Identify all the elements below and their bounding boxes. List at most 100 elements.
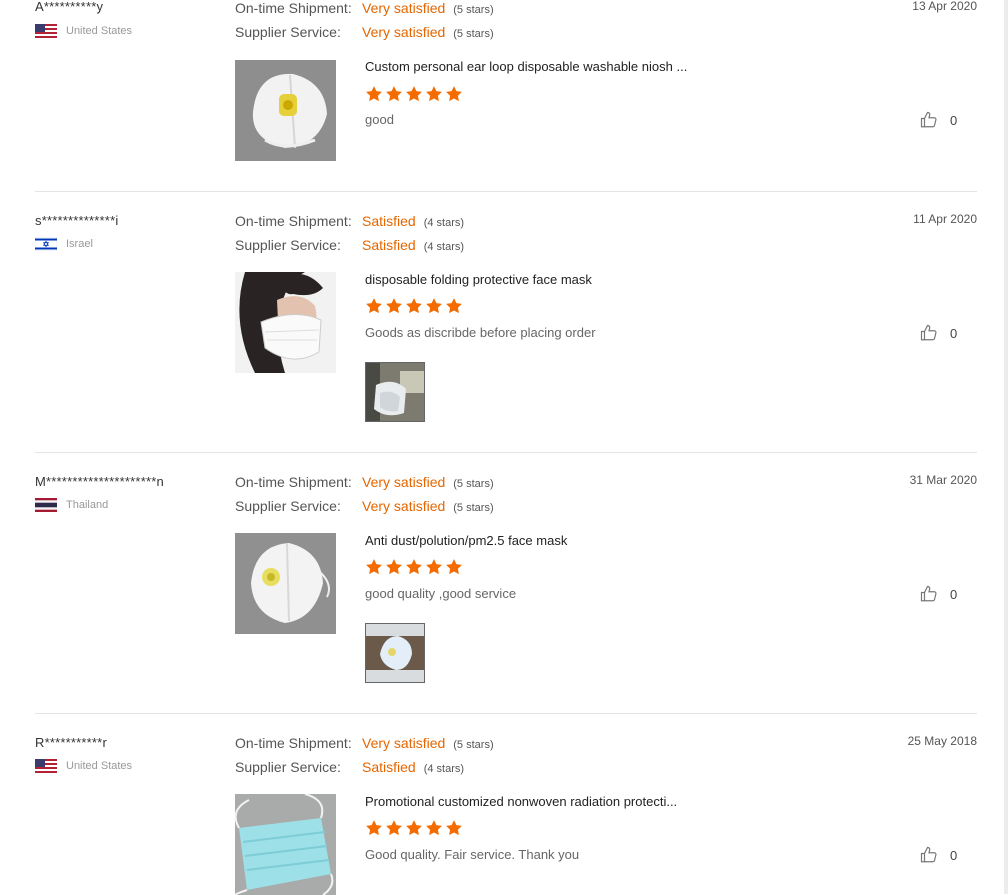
page-scrollbar[interactable] bbox=[1004, 0, 1008, 894]
buyer-country: Israel bbox=[35, 237, 93, 251]
shipment-value: Satisfied bbox=[362, 213, 416, 229]
review-comment: Good quality. Fair service. Thank you bbox=[365, 847, 580, 862]
service-label: Supplier Service: bbox=[235, 759, 341, 775]
star-rating bbox=[365, 819, 463, 837]
star-icon bbox=[365, 558, 383, 576]
product-image[interactable] bbox=[235, 794, 336, 895]
star-icon bbox=[405, 819, 423, 837]
star-icon bbox=[385, 819, 403, 837]
shipment-value: Very satisfied bbox=[362, 0, 446, 16]
review-item: A**********y United States On-time Shipm… bbox=[35, 0, 977, 192]
shipment-stars: (4 stars) bbox=[423, 217, 465, 229]
star-icon bbox=[385, 297, 403, 315]
country-label: Israel bbox=[66, 238, 93, 250]
service-value: Very satisfied bbox=[362, 24, 446, 40]
product-title[interactable]: Custom personal ear loop disposable wash… bbox=[365, 59, 687, 74]
like-button[interactable]: 0 bbox=[920, 111, 957, 129]
shipment-label: On-time Shipment: bbox=[235, 735, 352, 751]
star-icon bbox=[405, 558, 423, 576]
review-date: 31 Mar 2020 bbox=[909, 473, 977, 487]
supplier-ratings: On-time Shipment: Very satisfied (5 stars)… bbox=[235, 0, 494, 47]
buyer-name: s**************i bbox=[35, 213, 119, 228]
shipment-stars: (5 stars) bbox=[453, 4, 494, 16]
like-button[interactable]: 0 bbox=[920, 585, 957, 603]
service-label: Supplier Service: bbox=[235, 24, 341, 40]
thumbs-up-icon bbox=[920, 585, 937, 602]
product-title[interactable]: disposable folding protective face mask bbox=[365, 272, 592, 287]
product-title[interactable]: Promotional customized nonwoven radiatio… bbox=[365, 794, 677, 809]
review-comment: good quality ,good service bbox=[365, 586, 517, 601]
buyer-name: A**********y bbox=[35, 0, 104, 14]
shipment-rating: On-time Shipment: Very satisfied (5 stars) bbox=[235, 0, 494, 23]
buyer-name: M*********************n bbox=[35, 474, 164, 489]
shipment-value: Very satisfied bbox=[362, 474, 446, 490]
product-image[interactable] bbox=[235, 272, 336, 373]
star-icon bbox=[405, 297, 423, 315]
star-icon bbox=[425, 819, 443, 837]
buyer-country: United States bbox=[35, 24, 132, 38]
service-label: Supplier Service: bbox=[235, 498, 341, 514]
service-stars: (4 stars) bbox=[423, 241, 465, 253]
service-value: Very satisfied bbox=[362, 498, 446, 514]
review-comment: Goods as discribde before placing order bbox=[365, 325, 596, 340]
like-button[interactable]: 0 bbox=[920, 846, 957, 864]
country-label: United States bbox=[66, 760, 133, 772]
service-stars: (5 stars) bbox=[453, 28, 494, 40]
shipment-stars: (5 stars) bbox=[453, 739, 494, 751]
star-icon bbox=[405, 85, 423, 103]
shipment-rating: On-time Shipment: Very satisfied (5 stars) bbox=[235, 734, 494, 758]
service-rating: Supplier Service: Very satisfied (5 stars) bbox=[235, 497, 494, 521]
product-title[interactable]: Anti dust/polution/pm2.5 face mask bbox=[365, 533, 567, 548]
thumbs-up-icon bbox=[920, 324, 937, 341]
shipment-rating: On-time Shipment: Satisfied (4 stars) bbox=[235, 212, 464, 236]
service-rating: Supplier Service: Very satisfied (5 stars) bbox=[235, 23, 494, 47]
service-stars: (5 stars) bbox=[453, 502, 494, 514]
review-item: s**************i Israel On-time Shipment… bbox=[35, 191, 977, 453]
product-image[interactable] bbox=[235, 533, 336, 634]
star-icon bbox=[365, 85, 383, 103]
star-rating bbox=[365, 297, 463, 315]
like-button[interactable]: 0 bbox=[920, 324, 957, 342]
supplier-ratings: On-time Shipment: Very satisfied (5 stars)… bbox=[235, 473, 494, 521]
thumbs-up-icon bbox=[920, 111, 937, 128]
star-icon bbox=[445, 819, 463, 837]
shipment-label: On-time Shipment: bbox=[235, 0, 352, 16]
shipment-label: On-time Shipment: bbox=[235, 474, 352, 490]
shipment-stars: (5 stars) bbox=[453, 478, 494, 490]
buyer-name: R***********r bbox=[35, 735, 107, 750]
like-count: 0 bbox=[950, 847, 958, 863]
star-icon bbox=[425, 558, 443, 576]
like-count: 0 bbox=[950, 325, 958, 341]
buyer-country: Thailand bbox=[35, 498, 108, 512]
buyer-country: United States bbox=[35, 759, 132, 773]
il-flag-icon bbox=[35, 237, 57, 251]
star-icon bbox=[365, 819, 383, 837]
product-image[interactable] bbox=[235, 60, 336, 161]
star-rating bbox=[365, 85, 463, 103]
shipment-value: Very satisfied bbox=[362, 735, 446, 751]
like-count: 0 bbox=[950, 112, 958, 128]
star-icon bbox=[385, 558, 403, 576]
star-icon bbox=[445, 85, 463, 103]
review-photo-thumbnail[interactable] bbox=[365, 362, 425, 422]
review-comment: good bbox=[365, 112, 394, 127]
service-value: Satisfied bbox=[362, 759, 416, 775]
star-icon bbox=[425, 297, 443, 315]
shipment-rating: On-time Shipment: Very satisfied (5 stars) bbox=[235, 473, 494, 497]
star-icon bbox=[385, 85, 403, 103]
service-label: Supplier Service: bbox=[235, 237, 341, 253]
star-icon bbox=[445, 558, 463, 576]
star-icon bbox=[365, 297, 383, 315]
star-icon bbox=[425, 85, 443, 103]
service-stars: (4 stars) bbox=[423, 763, 465, 775]
country-label: Thailand bbox=[66, 499, 109, 511]
review-date: 13 Apr 2020 bbox=[912, 0, 977, 13]
service-rating: Supplier Service: Satisfied (4 stars) bbox=[235, 236, 464, 260]
review-date: 25 May 2018 bbox=[907, 734, 977, 748]
star-rating bbox=[365, 558, 463, 576]
service-value: Satisfied bbox=[362, 237, 416, 253]
us-flag-icon bbox=[35, 759, 57, 773]
review-photo-thumbnail[interactable] bbox=[365, 623, 425, 683]
star-icon bbox=[445, 297, 463, 315]
country-label: United States bbox=[66, 25, 133, 37]
